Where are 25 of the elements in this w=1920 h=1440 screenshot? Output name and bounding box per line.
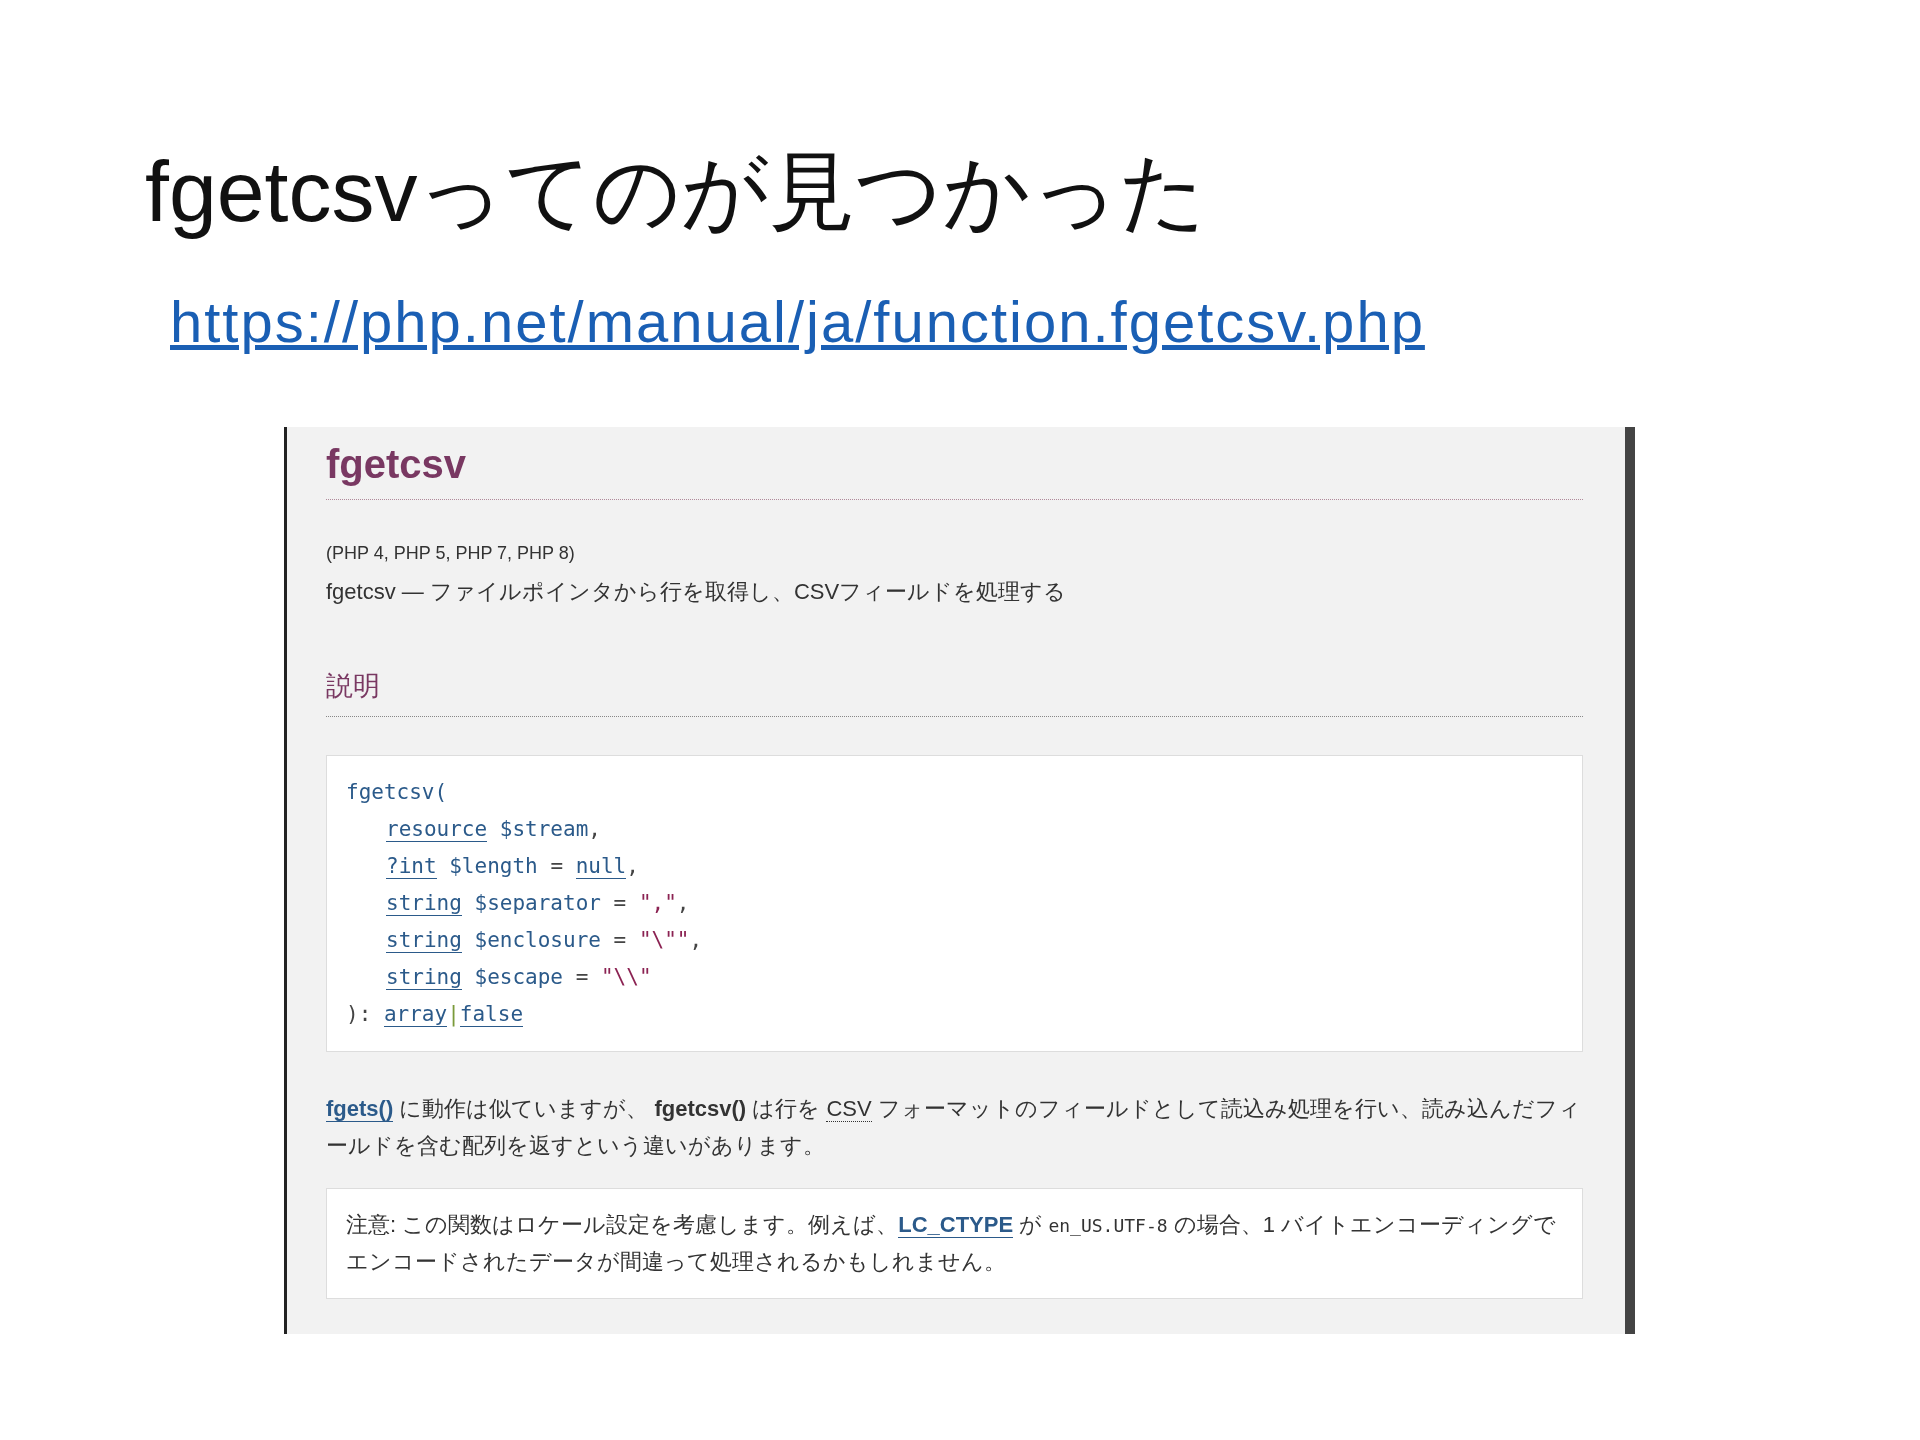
code-line: resource $stream, <box>385 816 602 845</box>
summary-text: fgetcsv — ファイルポインタから行を取得し、CSVフィールドを処理する <box>326 577 1068 606</box>
code-line: fgetcsv( <box>346 779 449 807</box>
constant-link[interactable]: LC_CTYPE <box>898 1212 1014 1239</box>
section-heading: 説明 <box>326 669 381 703</box>
type-link[interactable]: false <box>459 1002 524 1028</box>
slide-title: fgetcsvってのが見つかった <box>145 142 1209 241</box>
code-line: string $escape = "\\" <box>385 964 653 993</box>
description-paragraph: fgets() に動作は似ていますが、 fgetcsv() は行を CSV フォーマットのフィールドとして読込み処理を行い、読み込んだフィールドを含む配列を返すという違いがあります。 <box>326 1095 1582 1161</box>
url-link[interactable]: https://php.net/manual/ja/function.fgetcsv.php <box>170 287 1425 357</box>
type-link[interactable]: ?int <box>386 854 437 880</box>
version-text: (PHP 4, PHP 5, PHP 7, PHP 8) <box>326 541 576 565</box>
function-title: fgetcsv <box>326 440 468 488</box>
type-link[interactable]: string <box>386 965 462 991</box>
code-line: string $separator = ",", <box>385 890 691 919</box>
type-link[interactable]: null <box>575 854 627 880</box>
code-line: ?int $length = null, <box>385 853 640 882</box>
type-link[interactable]: string <box>386 928 462 954</box>
code-line: string $enclosure = "\"", <box>385 927 704 956</box>
type-link[interactable]: string <box>386 891 462 917</box>
type-link[interactable]: array <box>383 1002 448 1028</box>
type-link[interactable]: resource <box>386 817 488 843</box>
note-box: 注意: この関数はロケール設定を考慮します。例えば、LC_CTYPE が en_US.UTF-8 の場合、1 バイトエンコーディングでエンコードされたデータが間違って処理されるかもしれません。 <box>326 1188 1583 1300</box>
code-line: ): array|false <box>346 1001 525 1030</box>
function-link[interactable]: fgets() <box>326 1096 394 1123</box>
